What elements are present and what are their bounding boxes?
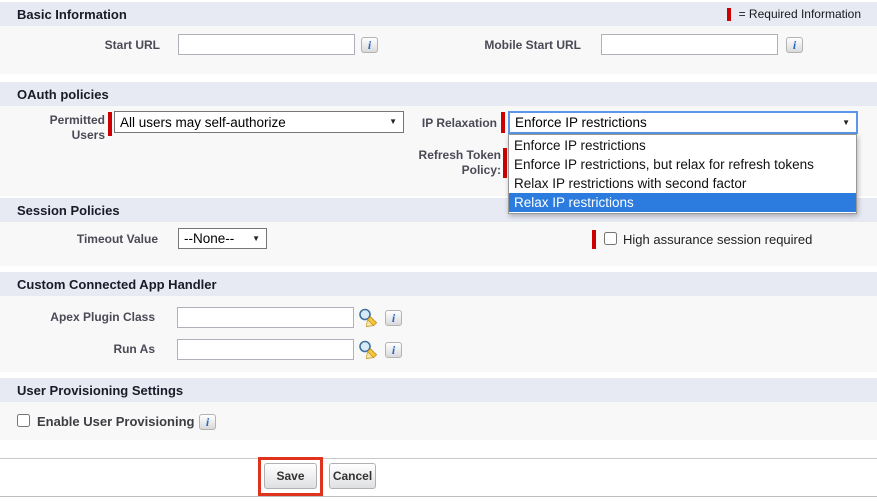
footer-divider (0, 458, 877, 459)
timeout-value-select[interactable]: --None-- ▼ (178, 228, 267, 249)
save-button[interactable]: Save (264, 463, 317, 489)
permitted-users-selected-value: All users may self-authorize (120, 115, 286, 130)
apex-plugin-class-info-icon[interactable]: i (385, 310, 402, 326)
chevron-down-icon: ▼ (252, 235, 260, 243)
section-title-oauth-policies: OAuth policies (17, 87, 109, 102)
run-as-lookup-icon[interactable] (357, 339, 378, 360)
mobile-start-url-label: Mobile Start URL (440, 38, 581, 53)
section-title-user-provisioning-settings: User Provisioning Settings (17, 383, 183, 398)
permitted-users-select[interactable]: All users may self-authorize ▼ (114, 111, 404, 133)
mobile-start-url-input[interactable] (601, 34, 778, 55)
section-header-oauth-policies: OAuth policies (0, 82, 877, 106)
mobile-start-url-info-icon[interactable]: i (786, 37, 803, 53)
cancel-button[interactable]: Cancel (329, 463, 376, 489)
required-information-legend: = Required Information (727, 7, 861, 21)
ip-relaxation-option-highlighted[interactable]: Relax IP restrictions (509, 193, 856, 212)
start-url-input[interactable] (178, 34, 355, 55)
run-as-info-icon[interactable]: i (385, 342, 402, 358)
section-header-user-provisioning-settings: User Provisioning Settings (0, 378, 877, 402)
magnifier-pencil-icon (357, 339, 378, 360)
high-assurance-label: High assurance session required (623, 232, 812, 247)
start-url-label: Start URL (20, 38, 160, 53)
ip-relaxation-option[interactable]: Relax IP restrictions with second factor (509, 174, 856, 193)
ip-relaxation-option[interactable]: Enforce IP restrictions, but relax for r… (509, 155, 856, 174)
apex-plugin-class-input[interactable] (177, 307, 354, 328)
section-header-custom-connected-app-handler: Custom Connected App Handler (0, 272, 877, 296)
apex-plugin-class-lookup-icon[interactable] (357, 307, 378, 328)
ip-relaxation-label: IP Relaxation (380, 116, 497, 131)
chevron-down-icon: ▼ (842, 119, 850, 127)
section-title-basic-information: Basic Information (17, 7, 127, 22)
ip-relaxation-select[interactable]: Enforce IP restrictions ▼ (508, 111, 858, 134)
enable-user-provisioning-info-icon[interactable]: i (199, 414, 216, 430)
run-as-input[interactable] (177, 339, 354, 360)
custom-connected-app-handler-section (0, 296, 877, 372)
apex-plugin-class-label: Apex Plugin Class (10, 310, 155, 325)
connected-app-edit-page: Basic Information = Required Information… (0, 0, 877, 504)
section-title-session-policies: Session Policies (17, 203, 120, 218)
start-url-info-icon[interactable]: i (361, 37, 378, 53)
section-title-custom-connected-app-handler: Custom Connected App Handler (17, 277, 217, 292)
run-as-label: Run As (10, 342, 155, 357)
enable-user-provisioning-checkbox[interactable] (17, 414, 30, 427)
enable-user-provisioning-label: Enable User Provisioning (37, 414, 195, 429)
ip-relaxation-option[interactable]: Enforce IP restrictions (509, 136, 856, 155)
ip-relaxation-required-bar (501, 112, 505, 133)
refresh-token-policy-label: Refresh Token Policy: (380, 148, 501, 178)
high-assurance-required-bar (592, 230, 596, 249)
permitted-users-required-bar (108, 112, 112, 136)
ip-relaxation-selected-value: Enforce IP restrictions (515, 115, 647, 130)
bottom-divider (0, 496, 877, 497)
ip-relaxation-dropdown-list: Enforce IP restrictions Enforce IP restr… (508, 134, 857, 214)
timeout-value-label: Timeout Value (18, 232, 158, 247)
required-legend-text: = Required Information (739, 7, 861, 21)
magnifier-pencil-icon (357, 307, 378, 328)
permitted-users-label: Permitted Users (20, 113, 105, 143)
required-bar-icon (727, 8, 731, 21)
timeout-value-selected: --None-- (184, 231, 234, 246)
high-assurance-checkbox[interactable] (604, 232, 617, 245)
refresh-token-policy-required-bar (503, 148, 507, 178)
